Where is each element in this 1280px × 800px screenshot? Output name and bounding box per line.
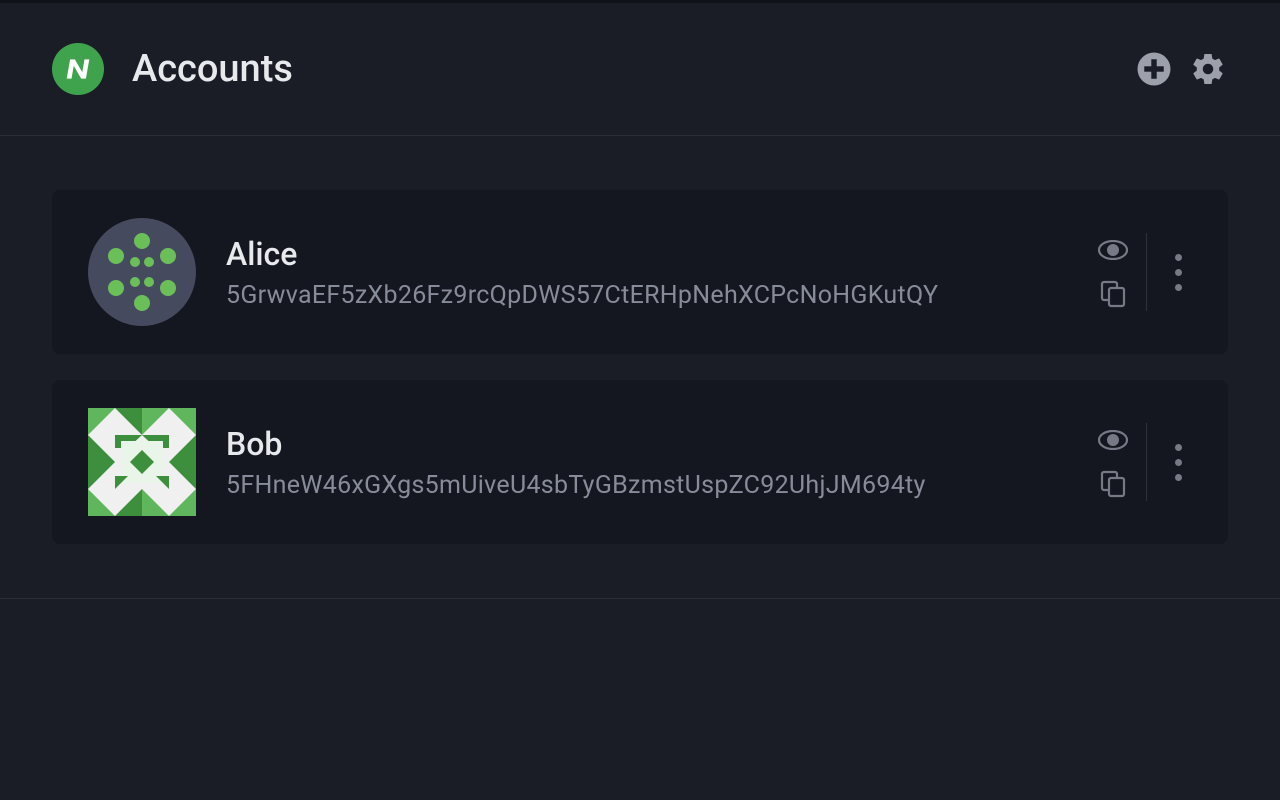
eye-icon — [1098, 240, 1128, 260]
divider — [1146, 423, 1147, 501]
dots-vertical-icon — [1175, 444, 1182, 451]
account-avatar — [88, 408, 196, 516]
page-title: Accounts — [132, 47, 293, 91]
eye-icon — [1098, 430, 1128, 450]
account-name: Bob — [226, 425, 1078, 463]
visibility-toggle[interactable] — [1098, 235, 1128, 265]
account-address: 5FHneW46xGXgs5mUiveU4sbTyGBzmstUspZC92Uh… — [226, 471, 1078, 500]
settings-button[interactable] — [1188, 49, 1228, 89]
account-avatar — [88, 218, 196, 326]
copy-icon — [1100, 470, 1126, 498]
plus-circle-icon — [1136, 51, 1172, 87]
account-address: 5GrwvaEF5zXb26Fz9rcQpDWS57CtERHpNehXCPcN… — [226, 281, 1078, 310]
page-header: Accounts — [0, 3, 1280, 136]
dots-vertical-icon — [1175, 254, 1182, 261]
more-options-button[interactable] — [1165, 250, 1192, 295]
copy-address-button[interactable] — [1098, 469, 1128, 499]
account-card[interactable]: Bob 5FHneW46xGXgs5mUiveU4sbTyGBzmstUspZC… — [52, 380, 1228, 544]
divider — [1146, 233, 1147, 311]
app-logo — [52, 43, 104, 95]
account-name: Alice — [226, 235, 1078, 273]
account-card[interactable]: Alice 5GrwvaEF5zXb26Fz9rcQpDWS57CtERHpNe… — [52, 190, 1228, 354]
add-account-button[interactable] — [1134, 49, 1174, 89]
accounts-list: Alice 5GrwvaEF5zXb26Fz9rcQpDWS57CtERHpNe… — [0, 136, 1280, 599]
copy-address-button[interactable] — [1098, 279, 1128, 309]
copy-icon — [1100, 280, 1126, 308]
visibility-toggle[interactable] — [1098, 425, 1128, 455]
more-options-button[interactable] — [1165, 440, 1192, 485]
gear-icon — [1190, 51, 1226, 87]
